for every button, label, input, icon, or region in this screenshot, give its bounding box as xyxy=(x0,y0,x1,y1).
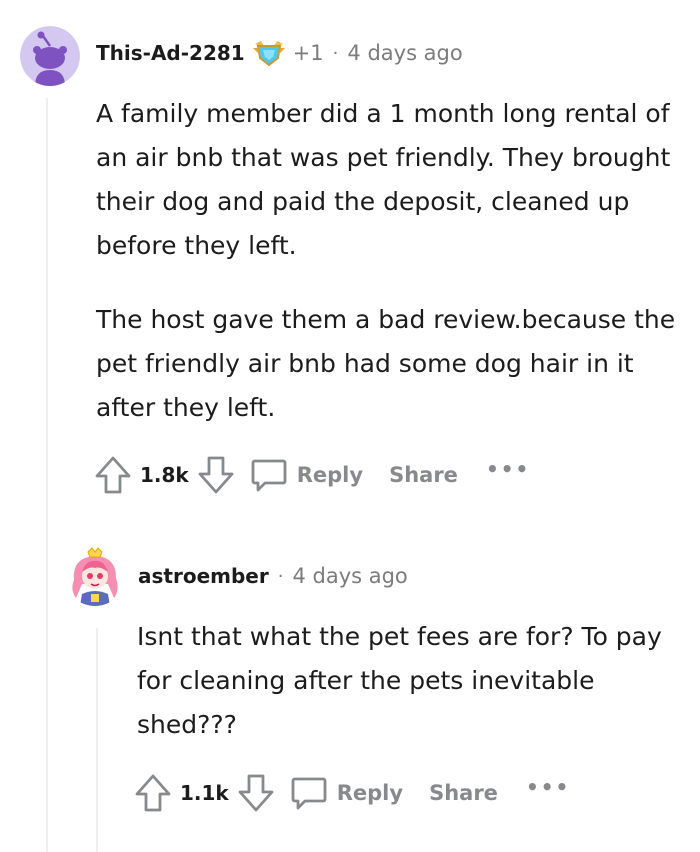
username[interactable]: This-Ad-2281 xyxy=(96,41,245,65)
comment-paragraph: A family member did a 1 month long renta… xyxy=(96,99,671,260)
comment-header: This-Ad-2281 +1 · 4 days ago xyxy=(96,38,463,68)
comment-bubble-icon xyxy=(289,773,329,813)
timestamp[interactable]: 4 days ago xyxy=(347,41,462,65)
snoo-avatar-icon xyxy=(20,26,80,86)
avatar[interactable] xyxy=(20,26,80,86)
timestamp[interactable]: 4 days ago xyxy=(292,564,407,588)
comment-paragraph: The host gave them a bad review.because … xyxy=(96,305,676,422)
more-options-button[interactable]: ••• xyxy=(526,775,570,799)
reply-label: Reply xyxy=(336,781,404,805)
karma-count: +1 xyxy=(292,41,324,65)
vote-score: 1.8k xyxy=(140,463,189,487)
comment-actions: 1.8k Reply Share ••• xyxy=(94,454,530,496)
anime-avatar-icon xyxy=(64,544,126,606)
reply-label: Reply xyxy=(296,463,364,487)
comment-actions: 1.1k Reply Share ••• xyxy=(134,772,570,814)
upvote-icon[interactable] xyxy=(134,772,172,814)
comment-bubble-icon xyxy=(249,455,289,495)
reply-button[interactable]: Reply xyxy=(249,455,363,495)
username[interactable]: astroember xyxy=(138,564,269,588)
comment-paragraph: Isnt that what the pet fees are for? To … xyxy=(137,622,662,739)
upvote-icon[interactable] xyxy=(94,454,132,496)
comment-body: Isnt that what the pet fees are for? To … xyxy=(137,615,687,747)
vote-score: 1.1k xyxy=(180,781,229,805)
share-button[interactable]: Share xyxy=(429,781,498,805)
separator-dot: · xyxy=(277,565,284,587)
downvote-icon[interactable] xyxy=(197,454,235,496)
reply-button[interactable]: Reply xyxy=(289,773,403,813)
award-icon[interactable] xyxy=(251,38,287,68)
comment-header: astroember · 4 days ago xyxy=(138,564,408,588)
comment-thread: This-Ad-2281 +1 · 4 days ago A family me… xyxy=(0,0,700,852)
downvote-icon[interactable] xyxy=(237,772,275,814)
avatar[interactable] xyxy=(64,544,126,606)
share-button[interactable]: Share xyxy=(389,463,458,487)
thread-line[interactable] xyxy=(46,98,48,852)
thread-line[interactable] xyxy=(96,628,98,852)
more-options-button[interactable]: ••• xyxy=(486,457,530,481)
separator-dot: · xyxy=(332,42,339,64)
comment-body: A family member did a 1 month long renta… xyxy=(96,92,686,430)
